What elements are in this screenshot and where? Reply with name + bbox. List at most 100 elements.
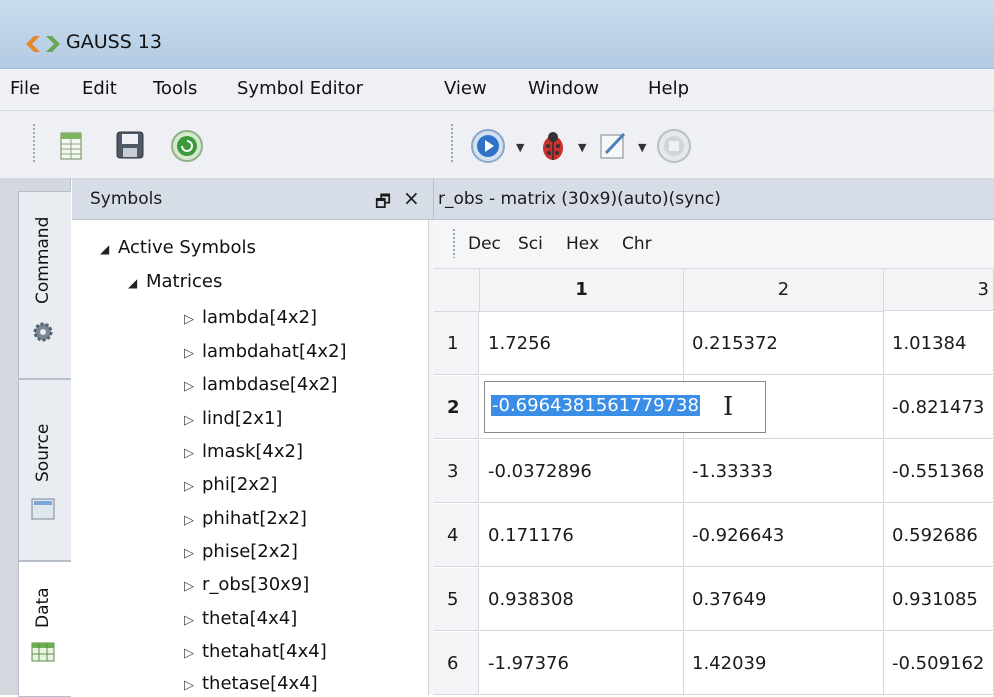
table-cell[interactable]: -0.926643 (684, 504, 884, 567)
symbols-panel-header: Symbols 🗗 × (72, 179, 433, 220)
row-header[interactable]: 6 (434, 632, 479, 695)
table-cell[interactable]: 0.171176 (480, 504, 684, 567)
collapsed-arrow-icon[interactable]: ▷ (184, 678, 202, 693)
format-chr-button[interactable]: Chr (622, 234, 652, 254)
row-header[interactable]: 3 (434, 440, 479, 503)
collapsed-arrow-icon[interactable]: ▷ (184, 479, 202, 494)
cell-edit-input[interactable]: -0.6964381561779738 I (484, 381, 766, 433)
column-header[interactable]: 3 (884, 269, 994, 311)
menu-file[interactable]: File (10, 78, 40, 99)
table-cell[interactable]: -0.821473 (884, 376, 994, 439)
tree-item[interactable]: ▷ thetahat[4x4] (184, 641, 327, 662)
window-title: GAUSS 13 (66, 31, 162, 53)
gear-icon (33, 322, 53, 342)
format-toolbar-grip[interactable] (452, 228, 456, 258)
menu-tools[interactable]: Tools (153, 78, 197, 99)
tab-command-label: Command (33, 216, 53, 304)
menu-help[interactable]: Help (648, 78, 689, 99)
collapsed-arrow-icon[interactable]: ▷ (184, 546, 202, 561)
gauss-logo-icon (26, 36, 60, 52)
tab-source-label: Source (33, 423, 53, 482)
format-hex-button[interactable]: Hex (566, 234, 599, 254)
tree-item[interactable]: ▷ phihat[2x2] (184, 508, 307, 529)
format-toolbar: Dec Sci Hex Chr (434, 220, 994, 269)
menu-window[interactable]: Window (528, 78, 599, 99)
column-header[interactable]: 1 (480, 269, 684, 312)
tree-item[interactable]: ▷ lind[2x1] (184, 408, 282, 429)
table-cell[interactable]: -1.97376 (480, 632, 684, 695)
tree-item[interactable]: ▷ lmask[4x2] (184, 441, 303, 462)
collapsed-arrow-icon[interactable]: ▷ (184, 613, 202, 628)
tab-source[interactable]: Source (18, 379, 71, 561)
table-cell[interactable]: -1.33333 (684, 440, 884, 503)
tree-item[interactable]: ▷ r_obs[30x9] (184, 574, 309, 595)
tree-item[interactable]: ▷ theta[4x4] (184, 608, 297, 629)
menu-edit[interactable]: Edit (82, 78, 117, 99)
debug-dropdown-arrow[interactable]: ▼ (578, 141, 586, 154)
table-cell[interactable]: 1.42039 (684, 632, 884, 695)
table-cell[interactable]: 0.938308 (480, 568, 684, 631)
cell-edit-selected-text[interactable]: -0.6964381561779738 (491, 395, 700, 416)
table-cell[interactable]: 0.931085 (884, 568, 994, 631)
collapsed-arrow-icon[interactable]: ▷ (184, 346, 202, 361)
table-cell[interactable]: 0.215372 (684, 312, 884, 375)
menu-bar: File Edit Tools Symbol Editor View Windo… (0, 69, 994, 111)
expanded-arrow-icon[interactable]: ◢ (100, 242, 118, 256)
format-sci-button[interactable]: Sci (518, 234, 543, 254)
tree-item[interactable]: ▷ phi[2x2] (184, 474, 277, 495)
title-bar: GAUSS 13 (0, 0, 994, 69)
tree-node-active-symbols[interactable]: ◢ Active Symbols (100, 237, 256, 258)
float-panel-icon[interactable]: 🗗 (375, 189, 391, 218)
collapsed-arrow-icon[interactable]: ▷ (184, 379, 202, 394)
text-cursor-icon: I (723, 392, 734, 422)
tree-item[interactable]: ▷ lambdahat[4x2] (184, 341, 347, 362)
run-blue-icon[interactable] (470, 128, 506, 164)
collapsed-arrow-icon[interactable]: ▷ (184, 646, 202, 661)
tab-data[interactable]: Data (18, 561, 71, 697)
edit-pencil-icon[interactable] (598, 130, 628, 160)
tree-node-matrices[interactable]: ◢ Matrices (128, 271, 222, 292)
matrix-grid: 1 2 3 1 1.7256 0.215372 1.01384 2 32 -0.… (434, 269, 994, 695)
toolbar-grip-2[interactable] (450, 123, 454, 163)
table-cell[interactable]: -0.509162 (884, 632, 994, 695)
tab-command[interactable]: Command (18, 191, 71, 379)
table-cell[interactable]: 0.592686 (884, 504, 994, 567)
collapsed-arrow-icon[interactable]: ▷ (184, 312, 202, 327)
table-cell[interactable]: 1.01384 (884, 312, 994, 375)
collapsed-arrow-icon[interactable]: ▷ (184, 513, 202, 528)
symbols-panel-title: Symbols (90, 189, 163, 209)
collapsed-arrow-icon[interactable]: ▷ (184, 413, 202, 428)
matrix-editor-title: r_obs - matrix (30x9)(auto)(sync) (438, 189, 721, 209)
tree-item[interactable]: ▷ lambda[4x2] (184, 307, 317, 328)
run-dropdown-arrow[interactable]: ▼ (516, 141, 524, 154)
data-grid-icon (31, 642, 55, 662)
tree-item[interactable]: ▷ phise[2x2] (184, 541, 298, 562)
save-icon[interactable] (116, 131, 144, 159)
column-header[interactable]: 2 (684, 269, 884, 312)
table-cell[interactable]: -0.0372896 (480, 440, 684, 503)
row-header[interactable]: 2 (434, 376, 479, 439)
collapsed-arrow-icon[interactable]: ▷ (184, 446, 202, 461)
grid-corner[interactable] (434, 269, 480, 312)
tree-item[interactable]: ▷ lambdase[4x2] (184, 374, 338, 395)
table-cell[interactable]: 1.7256 (480, 312, 684, 375)
tree-item[interactable]: ▷ thetase[4x4] (184, 673, 318, 694)
tab-data-label: Data (33, 587, 53, 628)
stop-icon[interactable] (656, 128, 692, 164)
expanded-arrow-icon[interactable]: ◢ (128, 276, 146, 290)
close-panel-icon[interactable]: × (403, 186, 420, 210)
collapsed-arrow-icon[interactable]: ▷ (184, 579, 202, 594)
toolbar-grip[interactable] (32, 123, 36, 163)
new-sheet-icon[interactable] (60, 132, 82, 160)
row-header[interactable]: 5 (434, 568, 479, 631)
debug-bug-icon[interactable] (536, 129, 570, 163)
run-green-icon[interactable] (170, 129, 204, 163)
row-header[interactable]: 4 (434, 504, 479, 567)
format-dec-button[interactable]: Dec (468, 234, 501, 254)
row-header[interactable]: 1 (434, 312, 479, 375)
menu-symbol-editor[interactable]: Symbol Editor (237, 78, 363, 99)
table-cell[interactable]: -0.551368 (884, 440, 994, 503)
edit-dropdown-arrow[interactable]: ▼ (638, 141, 646, 154)
menu-view[interactable]: View (444, 78, 487, 99)
table-cell[interactable]: 0.37649 (684, 568, 884, 631)
